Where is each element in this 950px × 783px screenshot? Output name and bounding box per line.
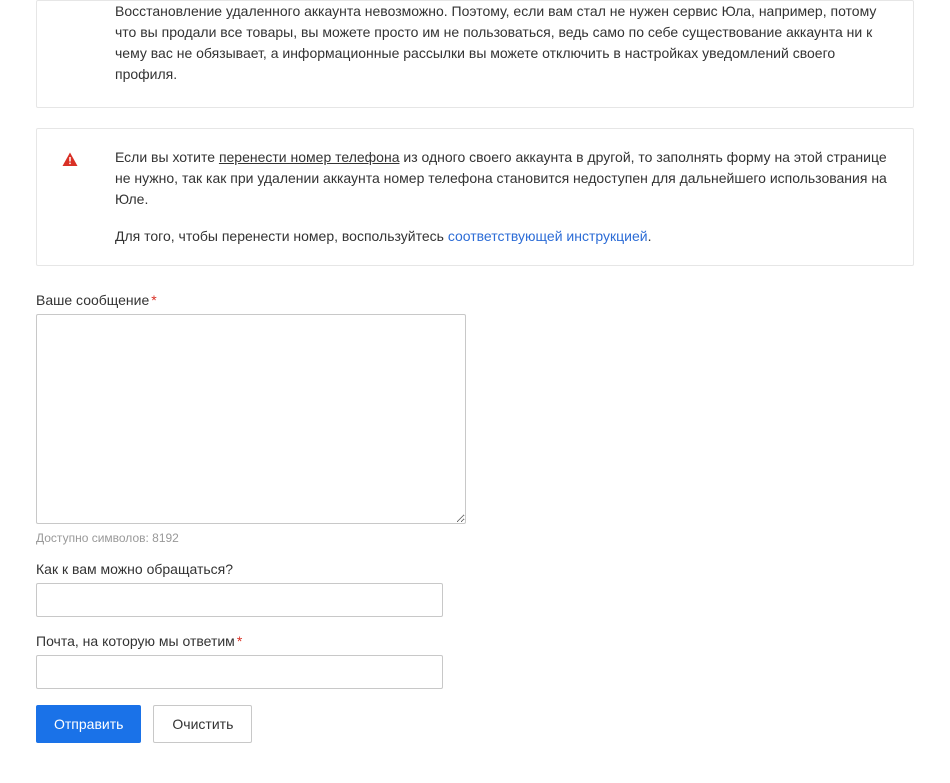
name-group: Как к вам можно обращаться?	[36, 561, 914, 617]
submit-button[interactable]: Отправить	[36, 705, 141, 743]
warning-paragraph-1: Если вы хотите перенести номер телефона …	[115, 147, 891, 210]
warning-paragraph-2: Для того, чтобы перенести номер, восполь…	[115, 226, 891, 247]
required-mark: *	[151, 292, 156, 308]
name-label-text: Как к вам можно обращаться?	[36, 561, 233, 577]
info-box: Восстановление удаленного аккаунта невоз…	[36, 0, 914, 108]
message-textarea[interactable]	[36, 314, 466, 524]
clear-button[interactable]: Очистить	[153, 705, 252, 743]
warning-p1-before: Если вы хотите	[115, 149, 219, 165]
warning-box: Если вы хотите перенести номер телефона …	[36, 128, 914, 266]
message-group: Ваше сообщение* Доступно символов: 8192	[36, 292, 914, 545]
warning-p2-after: .	[648, 228, 652, 244]
name-input[interactable]	[36, 583, 443, 617]
email-group: Почта, на которую мы ответим*	[36, 633, 914, 689]
warning-icon	[61, 151, 79, 169]
message-label-text: Ваше сообщение	[36, 292, 149, 308]
email-input[interactable]	[36, 655, 443, 689]
warning-p2-before: Для того, чтобы перенести номер, восполь…	[115, 228, 448, 244]
name-label: Как к вам можно обращаться?	[36, 561, 914, 577]
email-label-text: Почта, на которую мы ответим	[36, 633, 235, 649]
button-row: Отправить Очистить	[36, 705, 914, 743]
message-label: Ваше сообщение*	[36, 292, 914, 308]
info-text: Восстановление удаленного аккаунта невоз…	[115, 1, 891, 85]
warning-p1-underline: перенести номер телефона	[219, 149, 400, 165]
char-counter: Доступно символов: 8192	[36, 531, 914, 545]
email-label: Почта, на которую мы ответим*	[36, 633, 914, 649]
required-mark: *	[237, 633, 242, 649]
instruction-link[interactable]: соответствующей инструкцией	[448, 228, 648, 244]
